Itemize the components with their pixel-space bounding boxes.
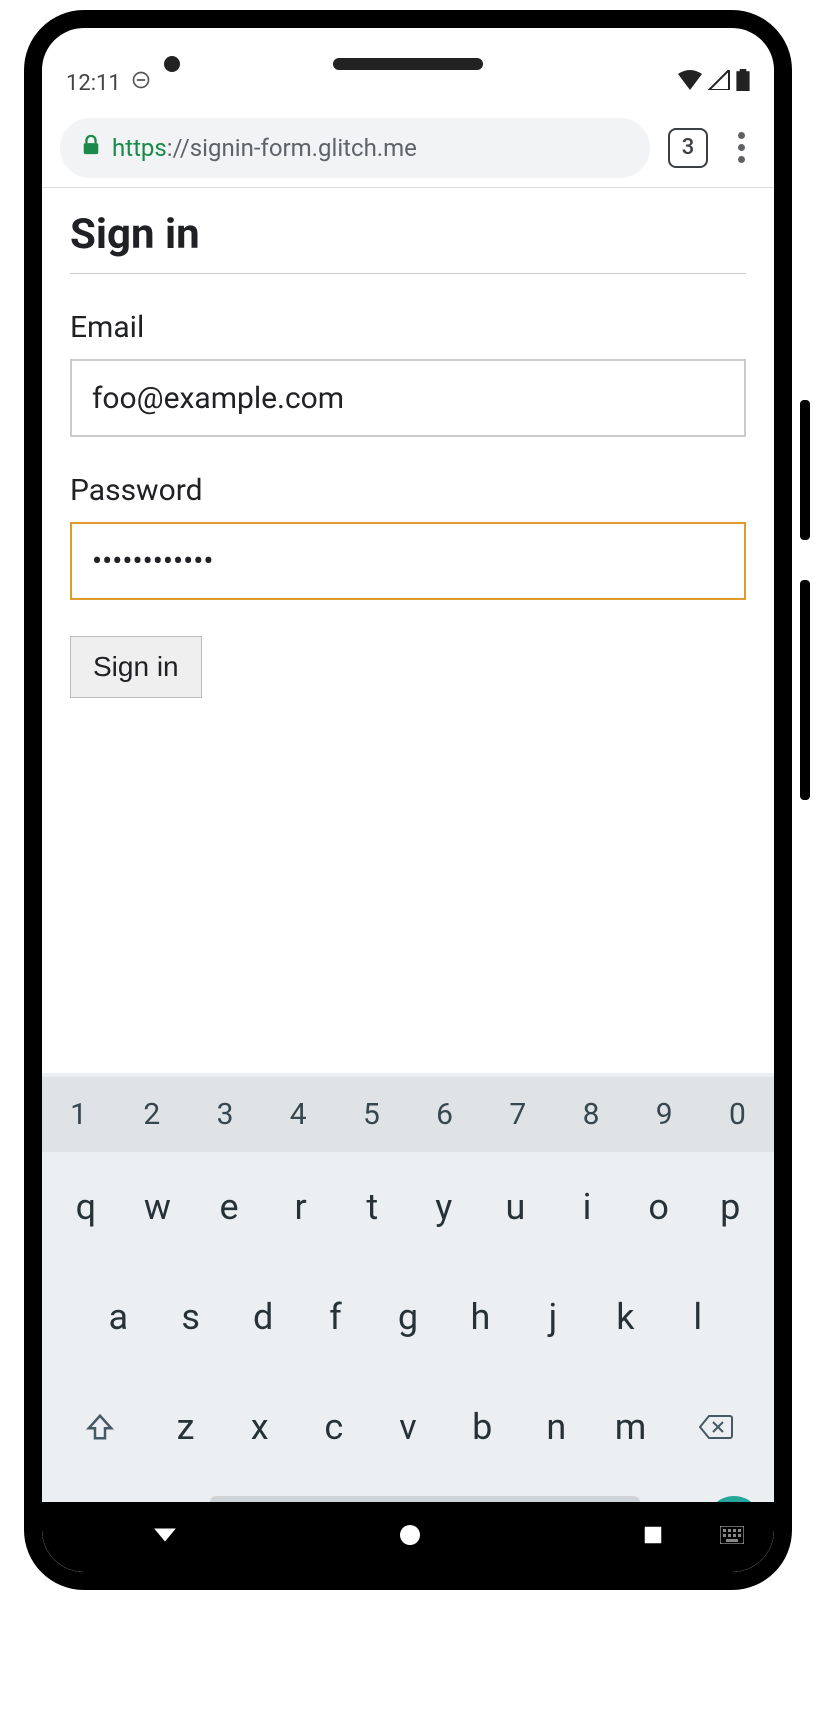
key-c[interactable]: c: [297, 1390, 371, 1464]
key-s[interactable]: s: [154, 1280, 226, 1354]
key-e[interactable]: e: [193, 1170, 265, 1244]
backspace-key[interactable]: [668, 1390, 764, 1464]
keyboard-row-2: a s d f g h j k l: [42, 1262, 774, 1372]
key-2[interactable]: 2: [115, 1077, 188, 1152]
nav-home-button[interactable]: [398, 1523, 422, 1551]
cell-signal-icon: [708, 70, 730, 96]
browser-toolbar: https://signin-form.glitch.me 3: [42, 108, 774, 188]
key-r[interactable]: r: [265, 1170, 337, 1244]
phone-screen: 12:11: [42, 28, 774, 1572]
nav-recents-button[interactable]: [642, 1524, 664, 1550]
soft-keyboard: 1 2 3 4 5 6 7 8 9 0 q w e r t y u i o: [42, 1073, 774, 1572]
keyboard-row-3: z x c v b n m: [42, 1372, 774, 1482]
key-g[interactable]: g: [372, 1280, 444, 1354]
key-t[interactable]: t: [336, 1170, 408, 1244]
url-bar[interactable]: https://signin-form.glitch.me: [60, 118, 650, 178]
url-sep: ://: [167, 134, 190, 162]
tab-count: 3: [682, 135, 695, 160]
ime-switch-icon[interactable]: [720, 1526, 744, 1549]
key-3[interactable]: 3: [188, 1077, 261, 1152]
key-d[interactable]: d: [227, 1280, 299, 1354]
key-b[interactable]: b: [445, 1390, 519, 1464]
status-time: 12:11: [66, 71, 121, 96]
key-1[interactable]: 1: [42, 1077, 115, 1152]
password-label: Password: [70, 473, 746, 508]
key-x[interactable]: x: [223, 1390, 297, 1464]
key-j[interactable]: j: [517, 1280, 589, 1354]
battery-icon: [736, 69, 750, 97]
phone-power-button: [800, 400, 810, 540]
key-0[interactable]: 0: [701, 1077, 774, 1152]
key-i[interactable]: i: [551, 1170, 623, 1244]
keyboard-row-1: q w e r t y u i o p: [42, 1152, 774, 1262]
email-input[interactable]: [70, 359, 746, 437]
key-8[interactable]: 8: [554, 1077, 627, 1152]
key-n[interactable]: n: [519, 1390, 593, 1464]
key-f[interactable]: f: [299, 1280, 371, 1354]
key-l[interactable]: l: [662, 1280, 734, 1354]
key-m[interactable]: m: [593, 1390, 667, 1464]
email-label: Email: [70, 310, 746, 345]
key-9[interactable]: 9: [628, 1077, 701, 1152]
email-field-group: Email: [70, 310, 746, 437]
lock-icon: [82, 135, 100, 161]
key-q[interactable]: q: [50, 1170, 122, 1244]
key-k[interactable]: k: [589, 1280, 661, 1354]
page-title: Sign in: [70, 210, 746, 274]
dnd-icon: [131, 70, 151, 96]
key-5[interactable]: 5: [335, 1077, 408, 1152]
wifi-icon: [678, 70, 702, 96]
sign-in-button[interactable]: Sign in: [70, 636, 202, 698]
key-o[interactable]: o: [623, 1170, 695, 1244]
keyboard-number-row: 1 2 3 4 5 6 7 8 9 0: [42, 1077, 774, 1152]
password-field-group: Password: [70, 473, 746, 600]
key-p[interactable]: p: [694, 1170, 766, 1244]
password-input[interactable]: [70, 522, 746, 600]
shift-key[interactable]: [52, 1390, 148, 1464]
key-w[interactable]: w: [122, 1170, 194, 1244]
phone-camera: [164, 56, 180, 72]
url-scheme: https: [112, 134, 167, 162]
key-y[interactable]: y: [408, 1170, 480, 1244]
url-host: signin-form.glitch.me: [190, 134, 417, 162]
phone-volume-button: [800, 580, 810, 800]
key-7[interactable]: 7: [481, 1077, 554, 1152]
phone-frame: 12:11: [24, 10, 792, 1590]
tab-switcher-button[interactable]: 3: [668, 128, 708, 168]
key-h[interactable]: h: [444, 1280, 516, 1354]
android-nav-bar: [42, 1502, 774, 1572]
key-u[interactable]: u: [480, 1170, 552, 1244]
page-content: Sign in Email Password Sign in: [42, 188, 774, 1073]
browser-menu-button[interactable]: [726, 132, 756, 163]
key-z[interactable]: z: [148, 1390, 222, 1464]
key-v[interactable]: v: [371, 1390, 445, 1464]
nav-back-button[interactable]: [152, 1522, 178, 1552]
key-4[interactable]: 4: [262, 1077, 335, 1152]
key-6[interactable]: 6: [408, 1077, 481, 1152]
phone-speaker: [333, 58, 483, 70]
key-a[interactable]: a: [82, 1280, 154, 1354]
